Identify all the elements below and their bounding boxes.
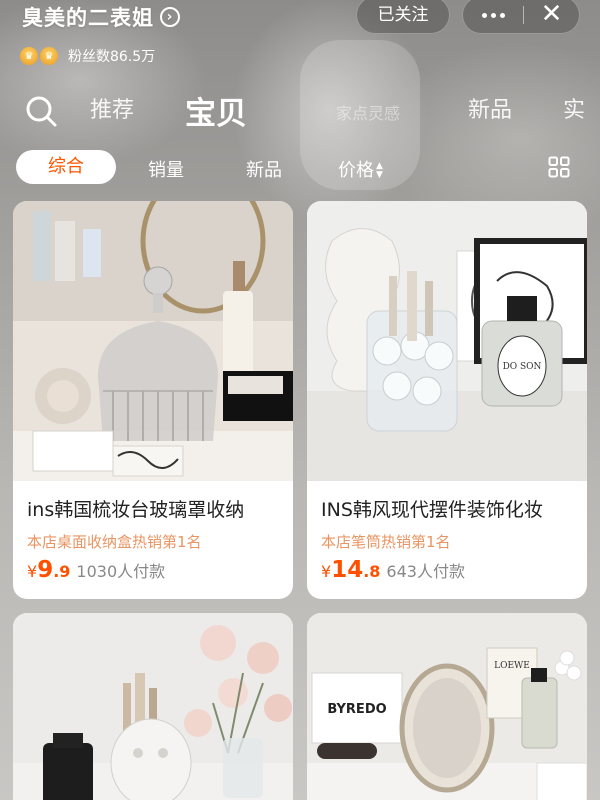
product-title: ins韩国梳妆台玻璃罩收纳 — [27, 499, 245, 521]
svg-text:DO SON: DO SON — [503, 362, 542, 372]
product-card[interactable]: ins韩国梳妆台玻璃罩收纳 本店桌面收纳盒热销第1名 ¥9.9 1030人付款 — [13, 201, 293, 599]
tab-home-inspiration[interactable]: 家点灵感 — [336, 100, 400, 124]
grid-view-icon[interactable] — [548, 156, 570, 178]
follow-button[interactable]: 已关注 — [356, 0, 450, 34]
product-title: INS韩风现代摆件装饰化妆 — [321, 499, 543, 521]
sold-count: 643人付款 — [386, 562, 465, 581]
crown-icon: ♛ — [20, 47, 38, 65]
svg-text:BYREDO: BYREDO — [327, 702, 386, 717]
price-decimal: .9 — [53, 562, 71, 581]
product-card[interactable] — [13, 613, 293, 800]
crown-icon: ♛ — [40, 47, 58, 65]
product-price: ¥14.8 643人付款 — [321, 557, 465, 583]
chevron-right-icon: › — [160, 7, 180, 27]
fans-count: 粉丝数86.5万 — [68, 49, 156, 65]
product-image: BYREDO LOEWE — [307, 613, 587, 800]
filter-bar: 综合 销量 新品 价格 ▲ ▼ — [0, 150, 600, 184]
tab-more[interactable]: 实 — [563, 92, 585, 124]
product-image: DO SON — [307, 201, 587, 481]
sold-count: 1030人付款 — [76, 562, 166, 581]
tab-recommend[interactable]: 推荐 — [90, 92, 134, 124]
product-card[interactable]: DO SON INS韩风现代摆件装饰化妆 本店笔筒热销第1名 ¥14.8 643人… — [307, 201, 587, 599]
currency-symbol: ¥ — [27, 562, 38, 581]
product-price: ¥9.9 1030人付款 — [27, 557, 165, 583]
filter-new[interactable]: 新品 — [246, 156, 282, 182]
filter-price[interactable]: 价格 ▲ ▼ — [338, 156, 383, 182]
filter-price-label: 价格 — [338, 160, 374, 181]
product-rank: 本店桌面收纳盒热销第1名 — [27, 533, 202, 551]
shop-name[interactable]: 臭美的二表姐 › — [22, 2, 180, 32]
filter-comprehensive[interactable]: 综合 — [16, 150, 116, 184]
svg-text:LOEWE: LOEWE — [494, 661, 530, 671]
shop-name-label: 臭美的二表姐 — [22, 6, 154, 30]
product-rank: 本店笔筒热销第1名 — [321, 533, 451, 551]
price-integer: 14 — [331, 557, 364, 583]
sort-arrows-icon: ▲ ▼ — [376, 161, 383, 180]
price-integer: 9 — [37, 557, 54, 583]
product-image — [13, 201, 293, 481]
tab-new[interactable]: 新品 — [468, 92, 512, 124]
currency-symbol: ¥ — [321, 562, 332, 581]
shop-badges: ♛ ♛ 粉丝数86.5万 — [20, 46, 155, 66]
close-button[interactable]: ✕ — [524, 0, 579, 33]
product-image — [13, 613, 293, 800]
capsule-menu: ✕ — [462, 0, 580, 34]
price-decimal: .8 — [363, 562, 381, 581]
more-button[interactable] — [463, 0, 523, 33]
filter-sales[interactable]: 销量 — [148, 156, 184, 182]
tab-items[interactable]: 宝贝 — [185, 88, 247, 133]
search-icon[interactable] — [24, 94, 58, 128]
product-card[interactable]: BYREDO LOEWE — [307, 613, 587, 800]
